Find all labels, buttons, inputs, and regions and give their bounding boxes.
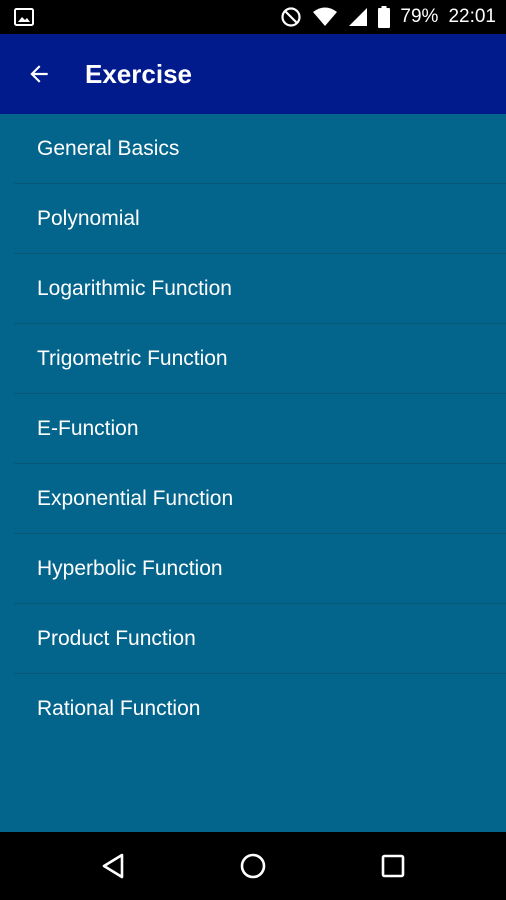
do-not-disturb-icon bbox=[280, 6, 302, 28]
exercise-list: General Basics Polynomial Logarithmic Fu… bbox=[0, 114, 506, 832]
page-title: Exercise bbox=[85, 58, 192, 89]
list-item[interactable]: E-Function bbox=[14, 394, 506, 464]
list-item[interactable]: General Basics bbox=[14, 114, 506, 184]
nav-recents-button[interactable] bbox=[373, 846, 413, 886]
list-item[interactable]: Hyperbolic Function bbox=[14, 534, 506, 604]
back-button[interactable] bbox=[8, 34, 70, 114]
list-item-label: Exponential Function bbox=[37, 486, 234, 510]
nav-back-button[interactable] bbox=[93, 846, 133, 886]
list-item-label: Product Function bbox=[37, 626, 196, 650]
list-item[interactable]: Rational Function bbox=[14, 674, 506, 744]
list-item[interactable]: Exponential Function bbox=[14, 464, 506, 534]
battery-percent: 79% bbox=[400, 6, 439, 27]
cell-signal-icon bbox=[348, 7, 368, 27]
list-item[interactable]: Trigometric Function bbox=[14, 324, 506, 394]
list-item-label: General Basics bbox=[37, 136, 180, 160]
back-arrow-icon bbox=[30, 65, 48, 83]
back-triangle-icon bbox=[102, 853, 124, 879]
list-item[interactable]: Product Function bbox=[14, 604, 506, 674]
status-bar: 79% 22:01 bbox=[0, 0, 506, 34]
list-item-label: E-Function bbox=[37, 416, 139, 440]
recents-square-icon bbox=[381, 854, 405, 878]
home-circle-icon bbox=[240, 853, 266, 879]
wifi-icon bbox=[312, 7, 338, 27]
nav-home-button[interactable] bbox=[233, 846, 273, 886]
gallery-icon bbox=[14, 8, 34, 26]
list-item-label: Hyperbolic Function bbox=[37, 556, 223, 580]
list-item[interactable]: Polynomial bbox=[14, 184, 506, 254]
clock: 22:01 bbox=[448, 6, 496, 27]
list-item-label: Trigometric Function bbox=[37, 346, 228, 370]
list-item-label: Polynomial bbox=[37, 206, 140, 230]
list-item-label: Rational Function bbox=[37, 697, 201, 720]
status-icons: 79% 22:01 bbox=[280, 0, 496, 34]
list-item-label: Logarithmic Function bbox=[37, 276, 232, 300]
battery-icon bbox=[378, 6, 391, 28]
navigation-bar bbox=[0, 832, 506, 900]
app-bar: Exercise bbox=[0, 34, 506, 114]
list-item[interactable]: Logarithmic Function bbox=[14, 254, 506, 324]
